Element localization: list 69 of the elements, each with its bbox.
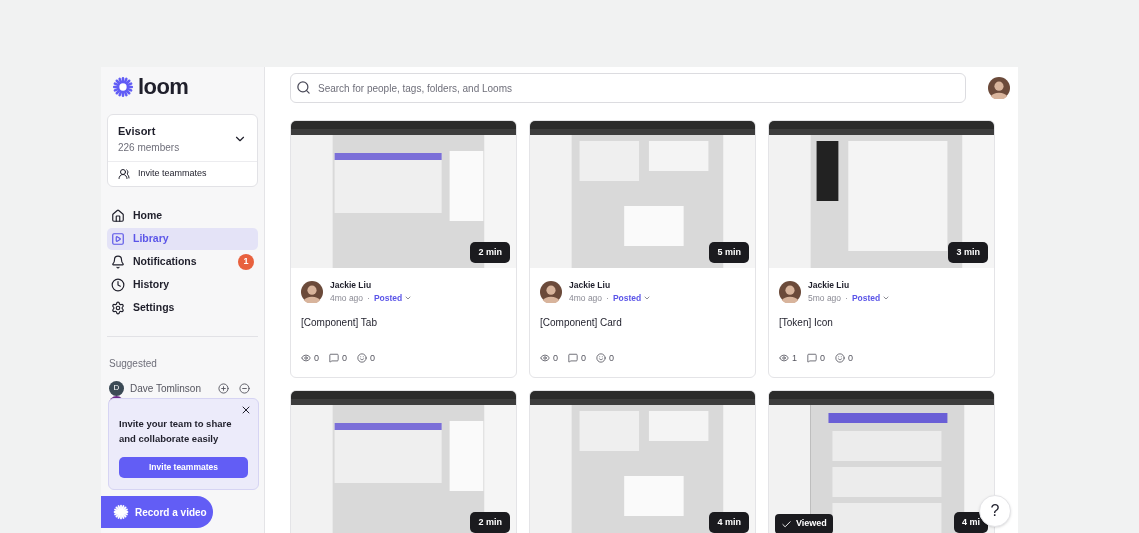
viewed-badge: Viewed bbox=[775, 514, 833, 533]
status-dropdown[interactable]: Posted bbox=[851, 291, 891, 305]
nav-item[interactable]: Home bbox=[107, 204, 258, 227]
avatar-icon bbox=[779, 280, 801, 303]
video-age: 5mo ago bbox=[808, 291, 842, 305]
video-age: 4mo ago bbox=[330, 291, 364, 305]
avatar-initial: D bbox=[109, 380, 124, 396]
invite-teammates-button[interactable]: Invite teammates bbox=[119, 457, 248, 478]
bell-icon bbox=[111, 254, 125, 269]
view-count: 0 bbox=[301, 351, 319, 365]
home-icon bbox=[111, 208, 125, 223]
video-title: [Token] Icon bbox=[779, 315, 833, 330]
record-video-button[interactable]: Record a video bbox=[101, 496, 213, 528]
video-title: [Component] Card bbox=[540, 315, 622, 330]
nav-item[interactable]: Settings bbox=[107, 296, 258, 319]
reaction-count: 0 bbox=[357, 351, 376, 365]
separator-dot: · bbox=[845, 291, 848, 305]
invite-teammates-link[interactable]: Invite teammates bbox=[108, 161, 217, 186]
invite-message: Invite your team to share and collaborate easily bbox=[119, 417, 233, 446]
video-card[interactable]: 5 min Jackie Liu 4mo ago · Posted [Component] Card 0 0 0 bbox=[529, 120, 756, 378]
nav-item[interactable]: History bbox=[107, 273, 258, 296]
separator-dot: · bbox=[367, 291, 370, 305]
avatar-icon bbox=[301, 280, 323, 303]
section-heading: Suggested bbox=[108, 356, 158, 371]
video-age: 4mo ago bbox=[569, 291, 603, 305]
check-icon bbox=[781, 518, 792, 530]
reaction-count: 0 bbox=[835, 351, 854, 365]
comment-count: 0 bbox=[329, 351, 348, 365]
video-card[interactable]: 2 min bbox=[290, 390, 517, 533]
duration-badge: 3 min bbox=[948, 242, 988, 263]
duration-badge: 2 min bbox=[470, 512, 510, 533]
search-icon bbox=[296, 80, 311, 95]
remove-icon[interactable] bbox=[239, 382, 250, 394]
author-name: Jackie Liu bbox=[569, 279, 612, 292]
logo: loom bbox=[138, 76, 189, 98]
video-card[interactable]: 4 min bbox=[529, 390, 756, 533]
author-name: Jackie Liu bbox=[330, 279, 373, 292]
view-count: 0 bbox=[540, 351, 558, 365]
duration-badge: 4 min bbox=[709, 512, 749, 533]
help-button[interactable]: ? bbox=[979, 495, 1011, 527]
people-icon bbox=[118, 167, 130, 180]
avatar-icon bbox=[540, 280, 562, 303]
video-card[interactable]: 3 min Jackie Liu 5mo ago · Posted [Token] Icon 1 0 0 bbox=[768, 120, 995, 378]
comment-count: 0 bbox=[568, 351, 587, 365]
duration-badge: 5 min bbox=[709, 242, 749, 263]
nav-item[interactable]: Notifications 1 bbox=[107, 250, 258, 273]
count-badge: 1 bbox=[238, 253, 254, 270]
duration-badge: 2 min bbox=[470, 242, 510, 263]
avatar-icon bbox=[988, 77, 1010, 99]
play-square-icon bbox=[111, 231, 125, 246]
clock-icon bbox=[111, 277, 125, 292]
nav-item[interactable]: Library bbox=[107, 227, 258, 250]
logo-icon bbox=[112, 76, 134, 98]
add-icon[interactable] bbox=[218, 382, 229, 394]
comment-count: 0 bbox=[807, 351, 826, 365]
view-count: 1 bbox=[779, 351, 797, 365]
status-dropdown[interactable]: Posted bbox=[373, 291, 413, 305]
loom-icon bbox=[113, 504, 129, 520]
workspace-switcher[interactable]: Evisort 226 members bbox=[108, 115, 257, 162]
close-icon[interactable] bbox=[240, 404, 252, 416]
author-name: Jackie Liu bbox=[808, 279, 851, 292]
search-field[interactable]: Search for people, tags, folders, and Looms bbox=[290, 73, 966, 103]
person-name: Dave Tomlinson bbox=[130, 381, 202, 396]
reaction-count: 0 bbox=[596, 351, 615, 365]
status-dropdown[interactable]: Posted bbox=[612, 291, 652, 305]
video-title: [Component] Tab bbox=[301, 315, 377, 330]
separator-dot: · bbox=[606, 291, 609, 305]
settings-icon bbox=[111, 300, 125, 315]
video-card[interactable]: 2 min Jackie Liu 4mo ago · Posted [Component] Tab 0 0 0 bbox=[290, 120, 517, 378]
